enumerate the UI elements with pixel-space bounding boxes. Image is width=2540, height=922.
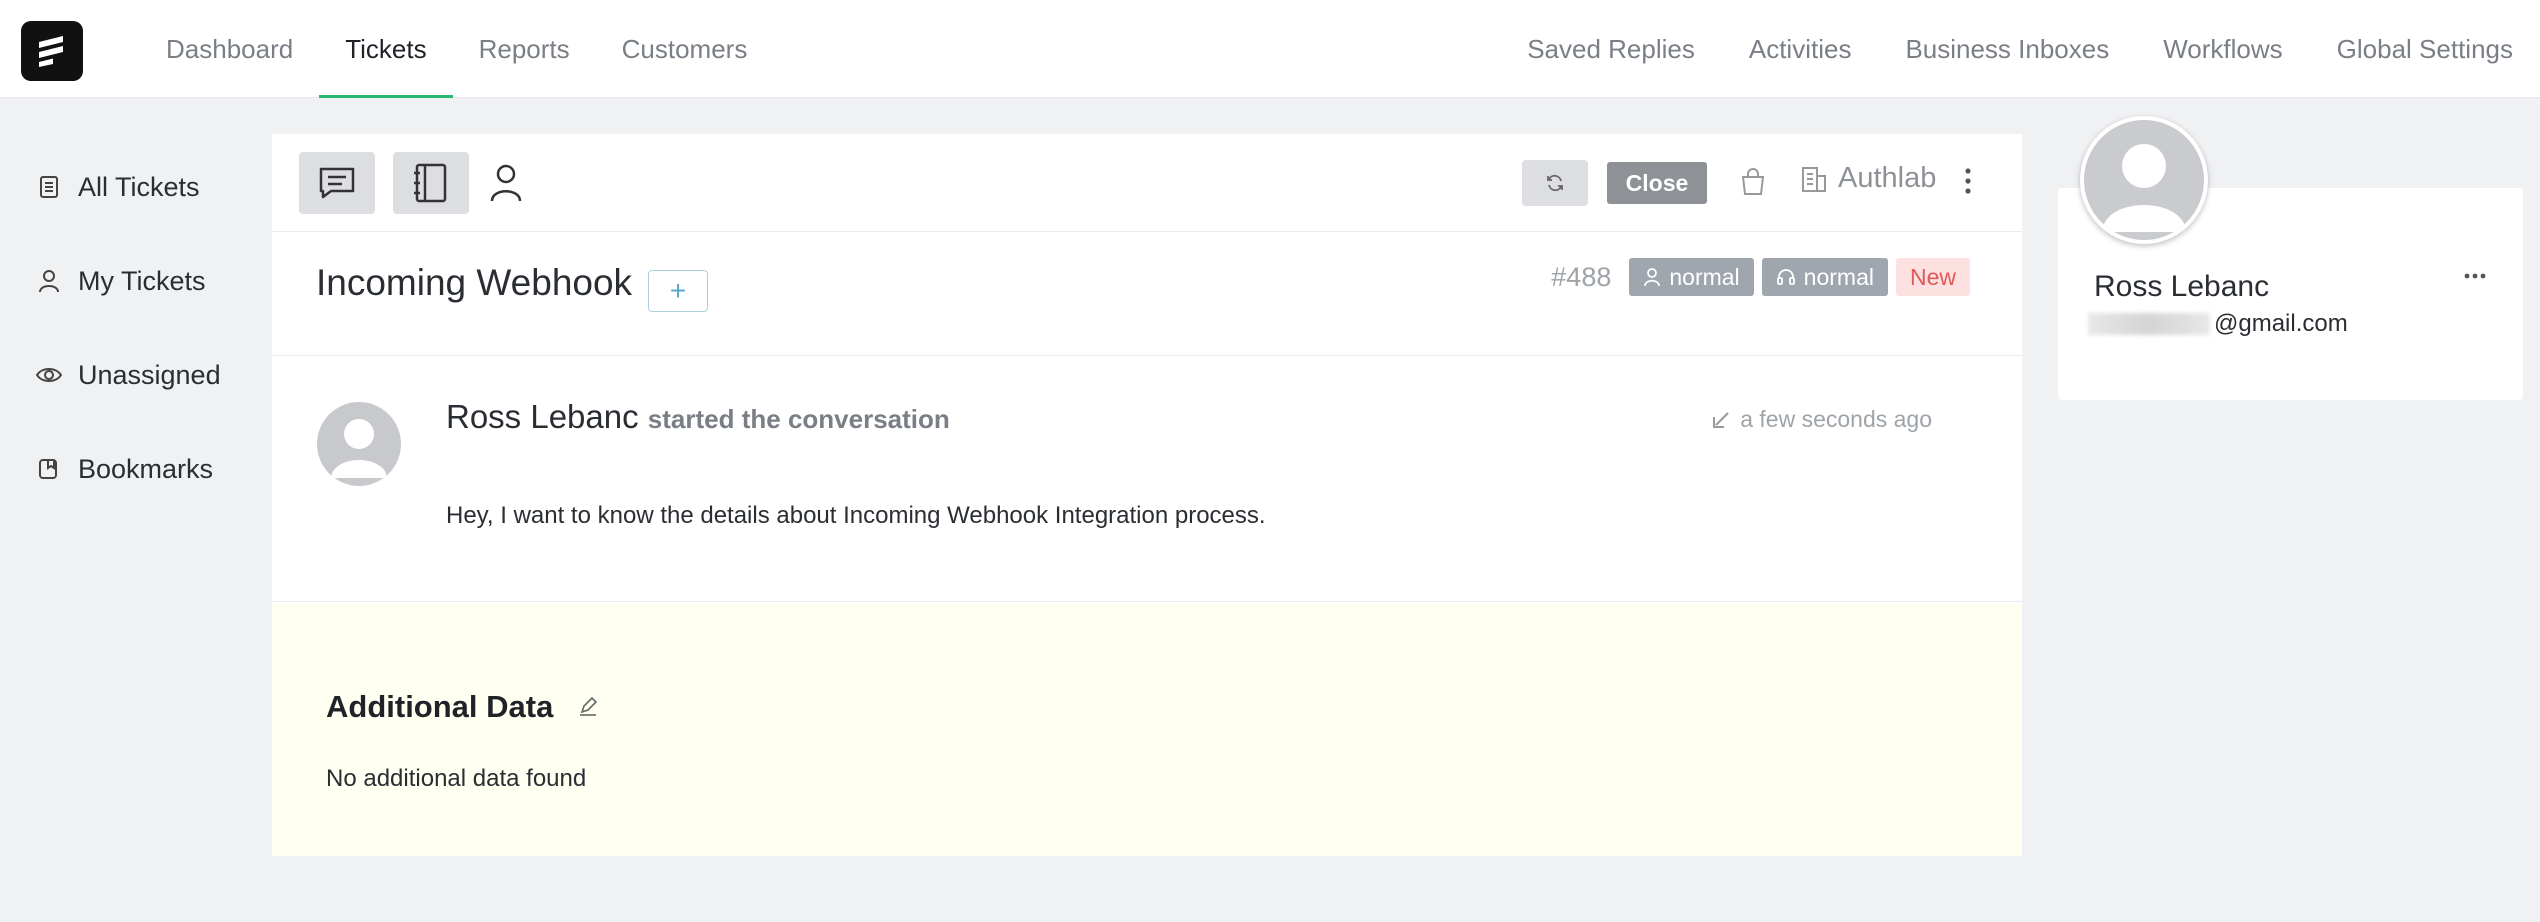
nav-business-inboxes[interactable]: Business Inboxes: [1878, 0, 2136, 98]
list-document-icon: [36, 174, 62, 200]
close-ticket-button[interactable]: Close: [1607, 162, 1707, 204]
author-name: Ross Lebanc: [446, 398, 639, 435]
nav-global-settings[interactable]: Global Settings: [2310, 0, 2540, 98]
logo-icon: [39, 36, 63, 67]
additional-data-heading: Additional Data: [326, 689, 599, 725]
nav-dashboard[interactable]: Dashboard: [140, 0, 319, 98]
sidebar-item-my-tickets[interactable]: My Tickets: [36, 234, 221, 328]
sidebar-item-label: Bookmarks: [78, 453, 214, 484]
author-action: started the conversation: [647, 404, 950, 434]
conversation-author: Ross Lebanc started the conversation: [446, 398, 950, 436]
top-navbar: Dashboard Tickets Reports Customers Save…: [0, 0, 2540, 98]
time-label: a few seconds ago: [1740, 406, 1932, 432]
shopping-bag-icon[interactable]: [1740, 168, 1766, 201]
redacted-email-prefix: [2088, 313, 2210, 335]
conversation-entry: Ross Lebanc started the conversation a f…: [272, 356, 2022, 602]
agent-priority-badge[interactable]: normal: [1761, 258, 1888, 296]
edit-pencil-icon[interactable]: [577, 689, 599, 725]
company-name: Authlab: [1838, 162, 1937, 194]
customer-name: Ross Lebanc: [2094, 270, 2270, 303]
customer-priority-badge[interactable]: normal: [1629, 258, 1754, 296]
ticket-id: #488: [1551, 261, 1612, 292]
primary-nav: Dashboard Tickets Reports Customers: [140, 0, 773, 98]
conversation-view-button[interactable]: [299, 152, 375, 214]
additional-data-section: Additional Data No additional data found: [272, 603, 2022, 856]
message-body: Hey, I want to know the details about In…: [446, 502, 1266, 529]
ticket-toolbar: Close Authlab: [272, 134, 2022, 232]
more-options-icon[interactable]: [1962, 164, 1974, 203]
agent-priority-label: normal: [1803, 263, 1874, 290]
notes-view-button[interactable]: [393, 152, 469, 214]
ticket-panel: Close Authlab Incoming Webhook + #488 no…: [272, 134, 2022, 856]
additional-data-empty: No additional data found: [326, 765, 587, 792]
sidebar-item-label: My Tickets: [78, 265, 206, 296]
customer-email: @gmail.com: [2088, 310, 2348, 338]
conversation-time: a few seconds ago: [1710, 406, 1932, 433]
nav-customers[interactable]: Customers: [596, 0, 774, 98]
status-badge[interactable]: New: [1895, 258, 1970, 296]
sidebar-item-all-tickets[interactable]: All Tickets: [36, 140, 221, 234]
default-avatar-icon: [2102, 144, 2186, 232]
bookmark-icon: [36, 456, 62, 482]
refresh-icon: [1547, 174, 1563, 192]
eye-icon: [36, 362, 62, 388]
company-selector[interactable]: Authlab: [1800, 162, 1936, 195]
add-tag-button[interactable]: +: [648, 270, 708, 312]
chat-icon: [319, 167, 355, 199]
customer-priority-label: normal: [1669, 263, 1740, 290]
nav-workflows[interactable]: Workflows: [2136, 0, 2309, 98]
secondary-nav: Saved Replies Activities Business Inboxe…: [1500, 0, 2540, 98]
nav-reports[interactable]: Reports: [453, 0, 596, 98]
user-icon: [490, 164, 522, 202]
headset-icon: [1776, 269, 1795, 285]
avatar: [317, 402, 401, 486]
ticket-sidebar: All Tickets My Tickets Unassigned Bookma…: [36, 140, 221, 516]
reply-arrow-icon: [1713, 411, 1729, 428]
nav-saved-replies[interactable]: Saved Replies: [1500, 0, 1722, 98]
nav-activities[interactable]: Activities: [1722, 0, 1879, 98]
nav-tickets[interactable]: Tickets: [319, 0, 453, 98]
customer-view-button[interactable]: [468, 152, 544, 214]
notebook-icon: [414, 163, 447, 203]
sidebar-item-label: Unassigned: [78, 359, 221, 390]
default-avatar-icon: [331, 419, 387, 478]
building-icon: [1802, 166, 1826, 192]
customer-avatar: [2080, 116, 2208, 244]
additional-data-title: Additional Data: [326, 689, 554, 724]
ticket-header: Incoming Webhook + #488 normal normal Ne…: [272, 232, 2022, 356]
app-logo[interactable]: [21, 21, 83, 81]
refresh-button[interactable]: [1522, 160, 1588, 206]
email-suffix: @gmail.com: [2214, 310, 2348, 337]
sidebar-item-unassigned[interactable]: Unassigned: [36, 328, 221, 422]
sidebar-item-bookmarks[interactable]: Bookmarks: [36, 422, 221, 516]
user-icon: [1644, 268, 1661, 287]
ticket-meta: #488 normal normal New: [1551, 258, 1970, 296]
more-horizontal-icon[interactable]: [2463, 268, 2487, 286]
user-icon: [36, 268, 62, 294]
ticket-title: Incoming Webhook: [316, 262, 633, 303]
sidebar-item-label: All Tickets: [78, 171, 200, 202]
